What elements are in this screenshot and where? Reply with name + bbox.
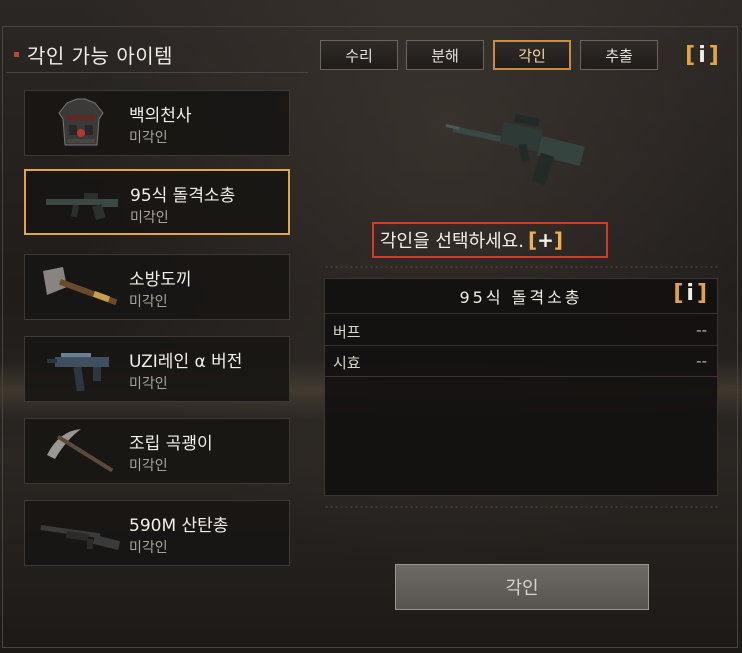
- stat-row-buff: 버프 --: [325, 315, 717, 346]
- divider-dots: [324, 504, 718, 510]
- stats-title: 95식 돌격소총: [325, 279, 717, 314]
- shotgun-icon: [40, 525, 121, 551]
- item-name: 조립 곡괭이: [129, 434, 213, 454]
- item-name: 백의천사: [129, 106, 192, 126]
- stat-label: 시효: [333, 354, 361, 372]
- vest-icon: [58, 98, 104, 146]
- pickaxe-icon: [47, 429, 114, 473]
- list-item-pickaxe[interactable]: 조립 곡괭이 미각인: [24, 418, 290, 484]
- item-name: 95식 돌격소총: [130, 186, 236, 206]
- engrave-select-prompt[interactable]: 각인을 선택하세요. [+]: [372, 222, 608, 258]
- item-status: 미각인: [130, 210, 169, 226]
- tab-engrave[interactable]: 각인: [493, 40, 571, 70]
- panel-title-text: 각인 가능 아이템: [27, 43, 174, 68]
- divider: [6, 72, 308, 73]
- rifle-preview-icon: [445, 114, 585, 186]
- stat-value: --: [696, 352, 707, 370]
- engrave-button[interactable]: 각인: [395, 564, 649, 610]
- list-item-smg[interactable]: UZI레인 α 버전 미각인: [24, 336, 290, 402]
- list-item-rifle[interactable]: 95식 돌격소총 미각인: [24, 169, 290, 235]
- item-name: 소방도끼: [129, 270, 192, 290]
- tab-extract[interactable]: 추출: [580, 40, 658, 70]
- info-bracket-left: [: [685, 42, 696, 68]
- list-item-vest[interactable]: 백의천사 미각인: [24, 90, 290, 156]
- stat-value: --: [696, 321, 707, 339]
- tab-repair[interactable]: 수리: [320, 40, 398, 70]
- info-letter: i: [698, 42, 706, 68]
- item-status: 미각인: [129, 294, 168, 310]
- item-status: 미각인: [129, 130, 168, 146]
- list-item-axe[interactable]: 소방도끼 미각인: [24, 254, 290, 320]
- smg-icon: [47, 353, 109, 392]
- tab-dismantle[interactable]: 분해: [406, 40, 484, 70]
- rifle-icon: [46, 193, 118, 221]
- stat-label: 버프: [333, 323, 361, 341]
- panel-title: 각인 가능 아이템: [8, 36, 308, 72]
- stat-row-duration: 시효 --: [325, 346, 717, 377]
- add-engrave-icon[interactable]: [+]: [528, 228, 563, 252]
- item-status: 미각인: [129, 376, 168, 392]
- info-icon[interactable]: [ i ]: [684, 40, 720, 70]
- title-marker-icon: [14, 51, 19, 57]
- item-name: 590M 산탄총: [129, 516, 229, 536]
- item-name: UZI레인 α 버전: [129, 352, 243, 372]
- axe-icon: [43, 267, 118, 306]
- info-bracket-right: ]: [708, 42, 719, 68]
- prompt-text: 각인을 선택하세요.: [380, 231, 524, 252]
- stats-panel: 95식 돌격소총 [i] 버프 -- 시효 --: [324, 278, 718, 496]
- item-status: 미각인: [129, 540, 168, 556]
- divider-dots: [324, 264, 718, 270]
- item-status: 미각인: [129, 458, 168, 474]
- stats-info-icon[interactable]: [i]: [673, 281, 707, 306]
- list-item-shotgun[interactable]: 590M 산탄총 미각인: [24, 500, 290, 566]
